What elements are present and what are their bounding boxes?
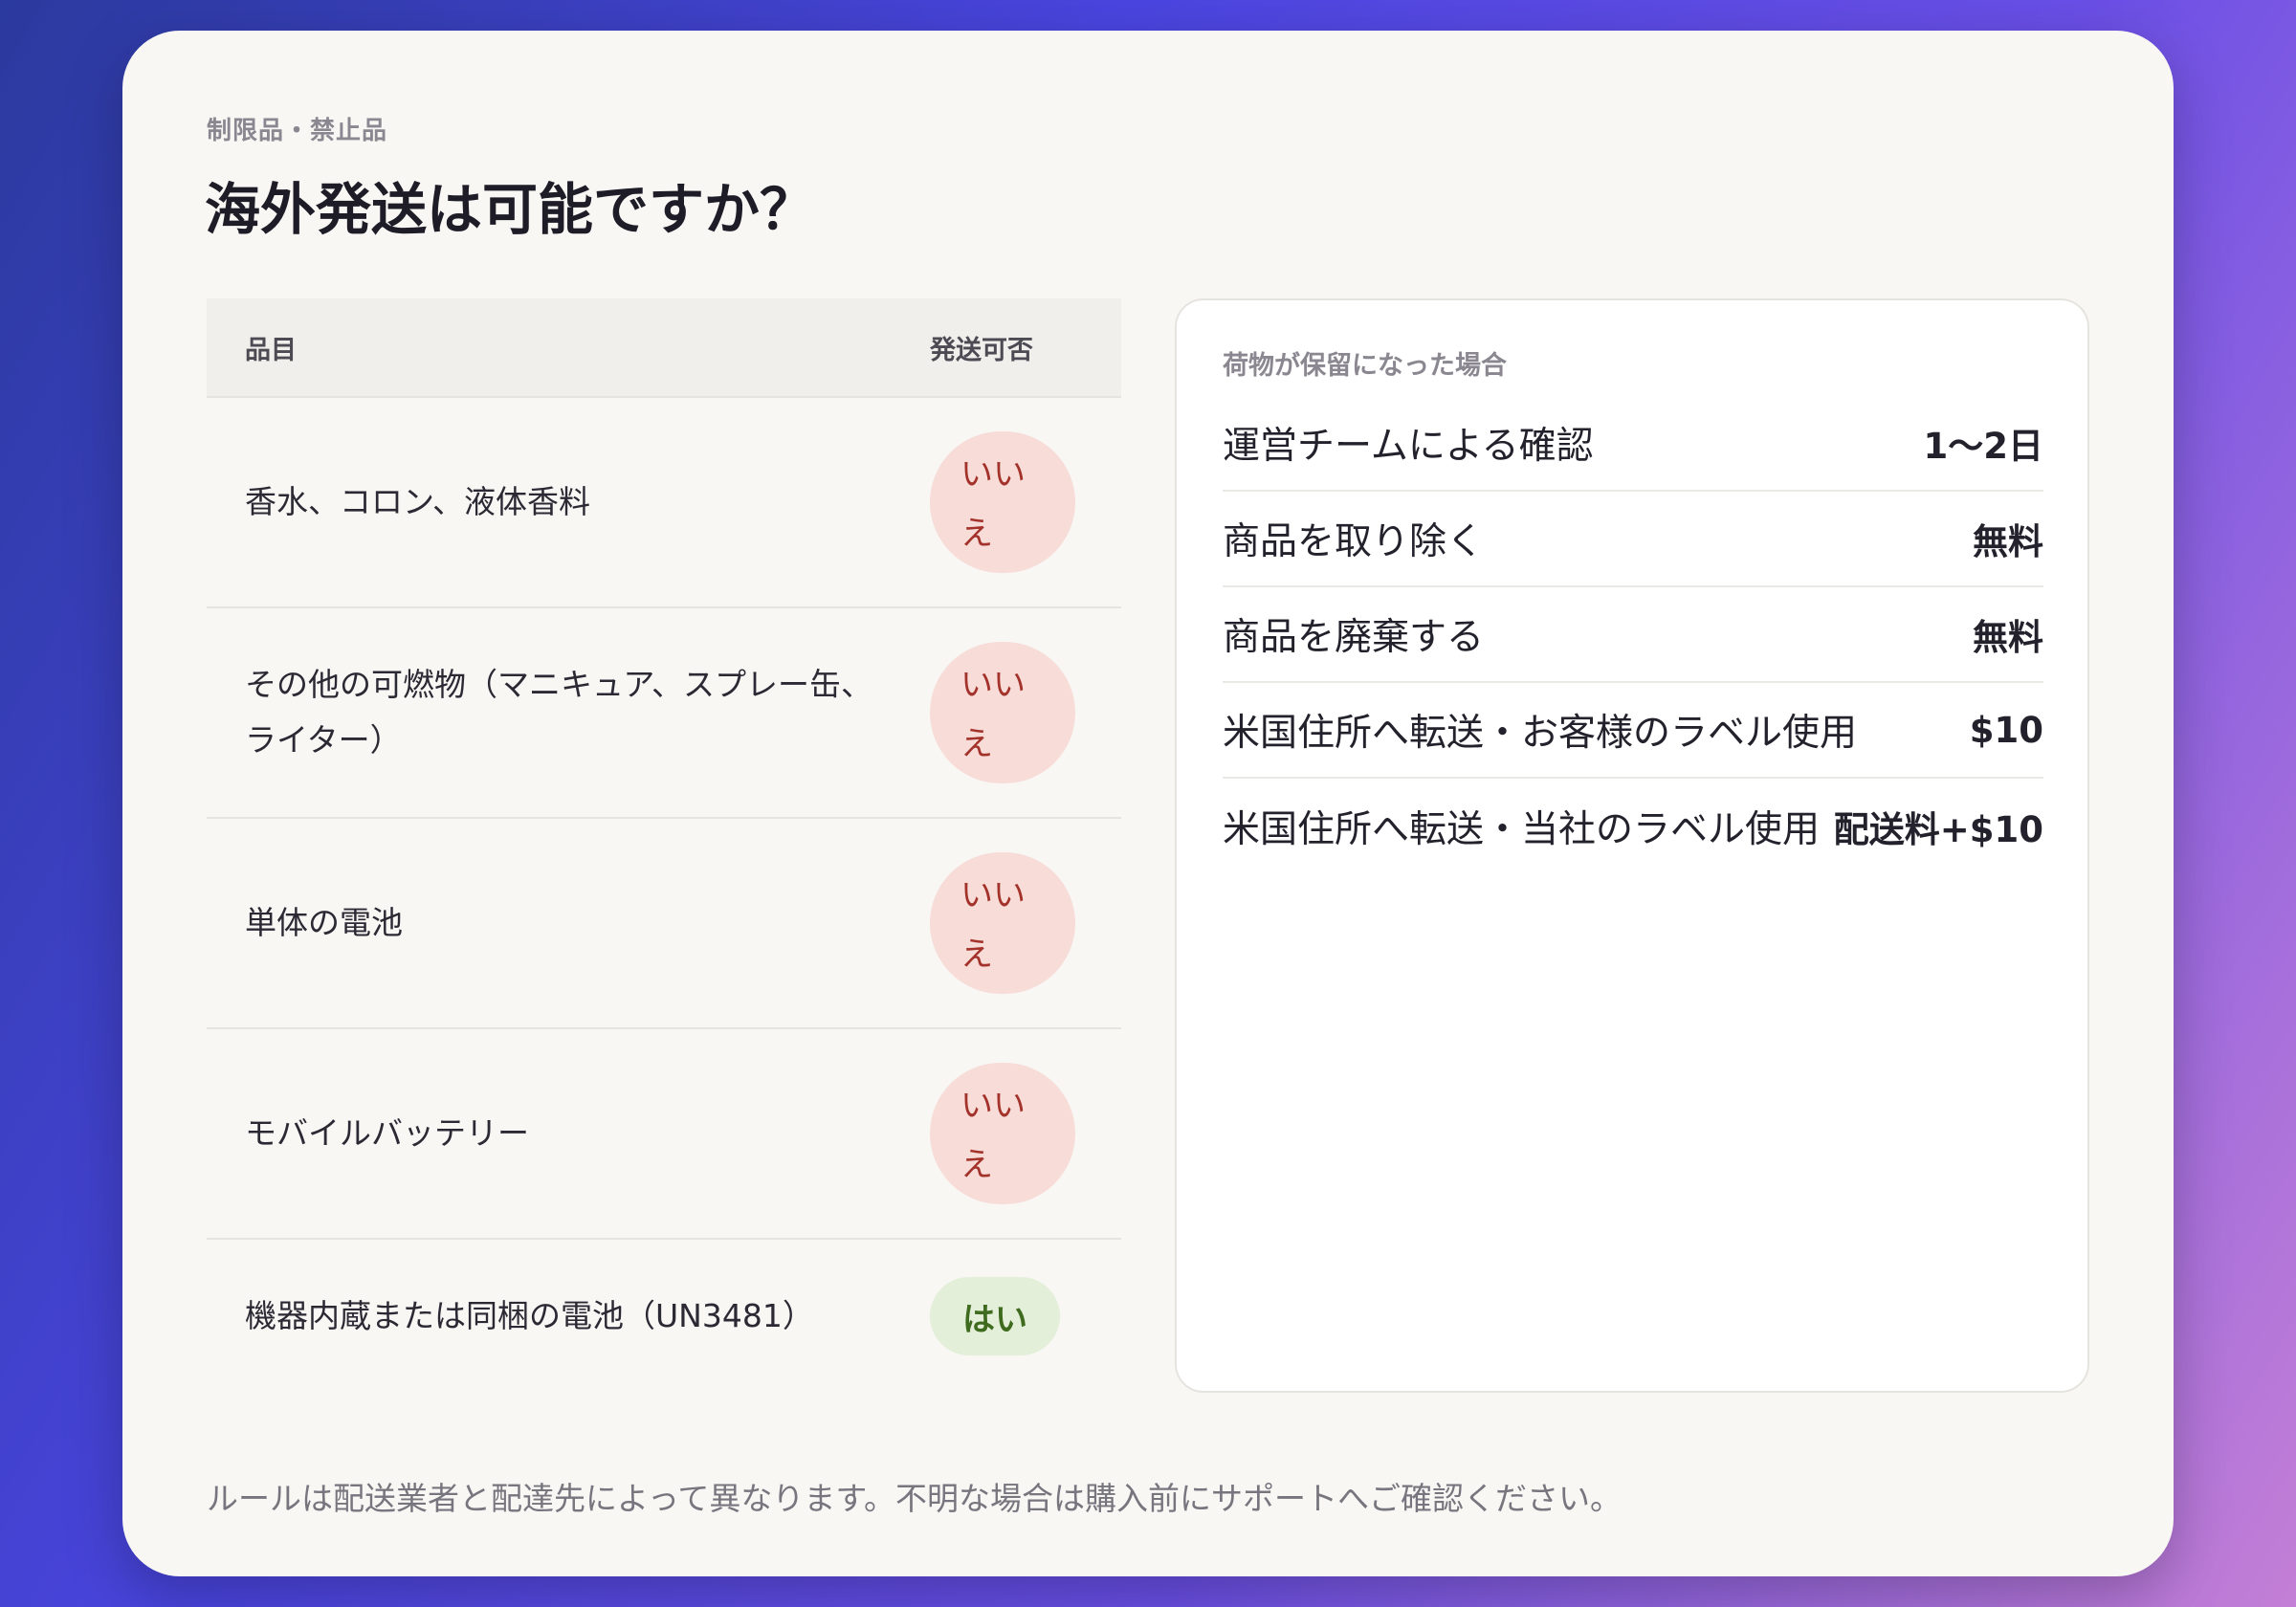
restricted-items-table: 品目 発送可否 香水、コロン、液体香料 いいえ その他の可燃物（マニキュア、スプ… <box>207 298 1121 1393</box>
option-label: 運営チームによる確認 <box>1223 425 1594 468</box>
option-label: 米国住所へ転送・当社のラベル使用 <box>1223 808 1821 851</box>
shipping-card: 制限品・禁止品 海外発送は可能ですか？ 品目 発送可否 香水、コロン、液体香料 … <box>122 31 2174 1576</box>
status-badge-no: いいえ <box>930 1063 1075 1204</box>
footnote: ルールは配送業者と配達先によって異なります。不明な場合は購入前にサポートへご確認… <box>207 1480 1623 1517</box>
option-row: 商品を廃棄する 無料 <box>1223 587 2043 683</box>
option-row: 商品を取り除く 無料 <box>1223 492 2043 587</box>
item-name: 単体の電池 <box>245 904 403 941</box>
table-row: モバイルバッテリー いいえ <box>207 1029 1121 1240</box>
section-eyebrow: 制限品・禁止品 <box>207 117 388 145</box>
item-name: その他の可燃物（マニキュア、スプレー缶、ライター） <box>245 666 873 759</box>
table-header: 品目 発送可否 <box>207 298 1121 398</box>
option-value: 配送料+$10 <box>1833 809 2043 850</box>
option-row: 運営チームによる確認 1〜2日 <box>1223 396 2043 492</box>
option-value: $10 <box>1969 709 2043 751</box>
page-title: 海外発送は可能ですか？ <box>205 177 816 242</box>
item-name: 機器内蔵または同梱の電池（UN3481） <box>245 1297 814 1334</box>
table-row: 単体の電池 いいえ <box>207 819 1121 1029</box>
status-badge-no: いいえ <box>930 852 1075 994</box>
status-badge-no: いいえ <box>930 431 1075 573</box>
held-package-panel: 荷物が保留になった場合 運営チームによる確認 1〜2日 商品を取り除く 無料 商… <box>1175 298 2089 1393</box>
option-label: 米国住所へ転送・お客様のラベル使用 <box>1223 712 1858 755</box>
option-label: 商品を取り除く <box>1223 520 1485 563</box>
table-row: 香水、コロン、液体香料 いいえ <box>207 398 1121 608</box>
option-row: 米国住所へ転送・お客様のラベル使用 $10 <box>1223 683 2043 779</box>
column-header-status: 発送可否 <box>930 335 1033 365</box>
option-row: 米国住所へ転送・当社のラベル使用 配送料+$10 <box>1223 779 2043 874</box>
status-badge-no: いいえ <box>930 642 1075 783</box>
panel-title: 荷物が保留になった場合 <box>1223 351 1507 381</box>
option-value: 1〜2日 <box>1923 426 2044 467</box>
table-row: その他の可燃物（マニキュア、スプレー缶、ライター） いいえ <box>207 608 1121 819</box>
status-badge-yes: はい <box>930 1277 1060 1355</box>
option-value: 無料 <box>1973 521 2043 562</box>
item-name: モバイルバッテリー <box>245 1114 529 1152</box>
held-options-list: 運営チームによる確認 1〜2日 商品を取り除く 無料 商品を廃棄する 無料 米国… <box>1223 396 2043 874</box>
column-header-item: 品目 <box>245 335 297 365</box>
option-value: 無料 <box>1973 617 2043 658</box>
item-name: 香水、コロン、液体香料 <box>245 483 591 520</box>
table-row: 機器内蔵または同梱の電池（UN3481） はい <box>207 1240 1121 1393</box>
option-label: 商品を廃棄する <box>1223 616 1485 659</box>
